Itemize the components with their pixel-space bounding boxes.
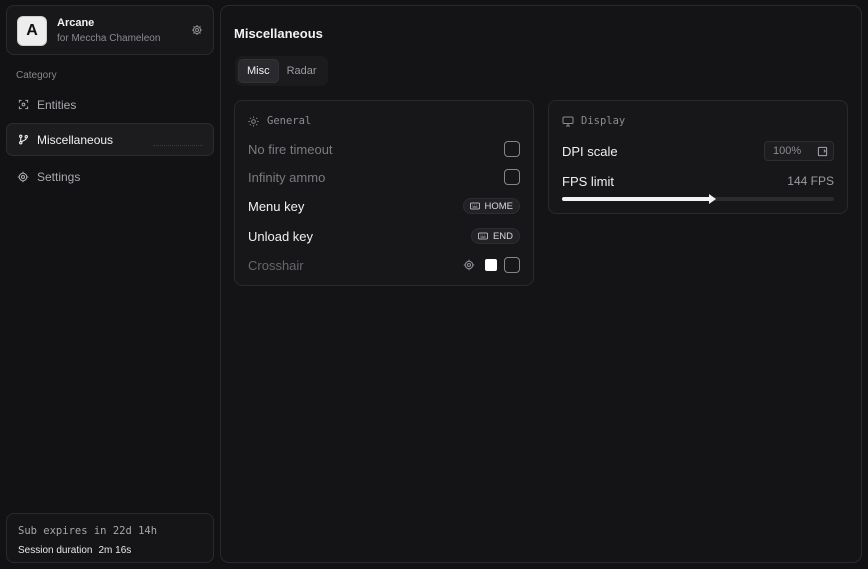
- sidebar-item-entities[interactable]: Entities: [6, 88, 214, 121]
- subscription-footer: Sub expires in 22d 14h Session duration 2…: [6, 513, 214, 563]
- tab-misc[interactable]: Misc: [238, 59, 279, 83]
- sun-icon: [248, 115, 260, 127]
- no-fire-timeout-row: No fire timeout: [248, 139, 520, 159]
- app-window: A Arcane for Meccha Chameleon Category E…: [0, 0, 868, 569]
- no-fire-timeout-checkbox[interactable]: [504, 141, 520, 157]
- unload-key-label: Unload key: [248, 228, 314, 244]
- unload-key-value: END: [492, 230, 513, 242]
- dpi-scale-value: 100%: [773, 145, 802, 157]
- unload-key-badge[interactable]: END: [470, 228, 520, 244]
- dpi-scale-label: DPI scale: [562, 143, 618, 159]
- sidebar-item-label: Settings: [37, 169, 81, 184]
- crosshair-label: Crosshair: [248, 257, 304, 273]
- main-content: Miscellaneous Misc Radar General No fire…: [220, 5, 862, 563]
- keyboard-icon: [478, 232, 488, 240]
- app-name: Arcane: [57, 17, 95, 29]
- tab-bar: Misc Radar: [235, 56, 328, 86]
- app-avatar: A: [17, 16, 47, 46]
- gear-icon[interactable]: [190, 23, 204, 37]
- crosshair-settings-icon[interactable]: [463, 259, 475, 271]
- infinity-ammo-row: Infinity ammo: [248, 167, 520, 187]
- display-panel: Display DPI scale 100% FPS limit 144 FPS: [548, 100, 848, 214]
- tab-radar[interactable]: Radar: [279, 59, 325, 83]
- misc-icon: [17, 134, 29, 146]
- page-title: Miscellaneous: [234, 26, 323, 41]
- sidebar-item-label: Entities: [37, 97, 77, 112]
- gear-icon: [17, 171, 29, 183]
- session-value: 2m 16s: [98, 545, 132, 556]
- fps-slider-fill: [562, 197, 712, 201]
- fps-limit-value: 144 FPS: [787, 174, 834, 188]
- general-header: General: [248, 115, 311, 127]
- menu-key-row: Menu key HOME: [248, 196, 520, 216]
- entities-icon: [17, 99, 29, 111]
- general-header-label: General: [267, 115, 312, 127]
- infinity-ammo-label: Infinity ammo: [248, 169, 326, 185]
- menu-key-label: Menu key: [248, 198, 305, 214]
- menu-key-value: HOME: [484, 200, 514, 212]
- sidebar-item-label: Miscellaneous: [37, 132, 114, 147]
- session-label: Session duration: [18, 545, 93, 556]
- general-panel: General No fire timeout Infinity ammo Me…: [234, 100, 534, 286]
- crosshair-row: Crosshair: [248, 255, 520, 275]
- dpi-scale-row: DPI scale 100%: [562, 141, 834, 161]
- fps-slider-thumb[interactable]: [709, 194, 716, 204]
- infinity-ammo-checkbox[interactable]: [504, 169, 520, 185]
- fps-limit-slider[interactable]: [562, 194, 834, 204]
- crosshair-checkbox[interactable]: [504, 257, 520, 273]
- no-fire-timeout-label: No fire timeout: [248, 141, 333, 157]
- unload-key-row: Unload key END: [248, 226, 520, 246]
- subscription-expiry: Sub expires in 22d 14h: [18, 525, 158, 537]
- fps-limit-label: FPS limit: [562, 173, 614, 189]
- dpi-scale-select[interactable]: 100%: [764, 141, 834, 161]
- app-subtitle: for Meccha Chameleon: [57, 33, 161, 44]
- sidebar-item-miscellaneous[interactable]: Miscellaneous: [6, 123, 214, 156]
- session-duration: Session duration 2m 16s: [18, 545, 131, 556]
- sidebar-item-settings[interactable]: Settings: [6, 160, 214, 193]
- select-icon: [817, 146, 828, 157]
- profile-card: A Arcane for Meccha Chameleon: [6, 5, 214, 55]
- display-header: Display: [562, 115, 625, 127]
- menu-key-badge[interactable]: HOME: [462, 198, 520, 214]
- crosshair-color-swatch[interactable]: [485, 259, 497, 271]
- monitor-icon: [562, 115, 574, 127]
- fps-limit-row: FPS limit 144 FPS: [562, 171, 834, 191]
- sidebar: A Arcane for Meccha Chameleon Category E…: [0, 0, 218, 569]
- category-label: Category: [16, 70, 57, 81]
- keyboard-icon: [469, 202, 480, 210]
- display-header-label: Display: [581, 115, 626, 127]
